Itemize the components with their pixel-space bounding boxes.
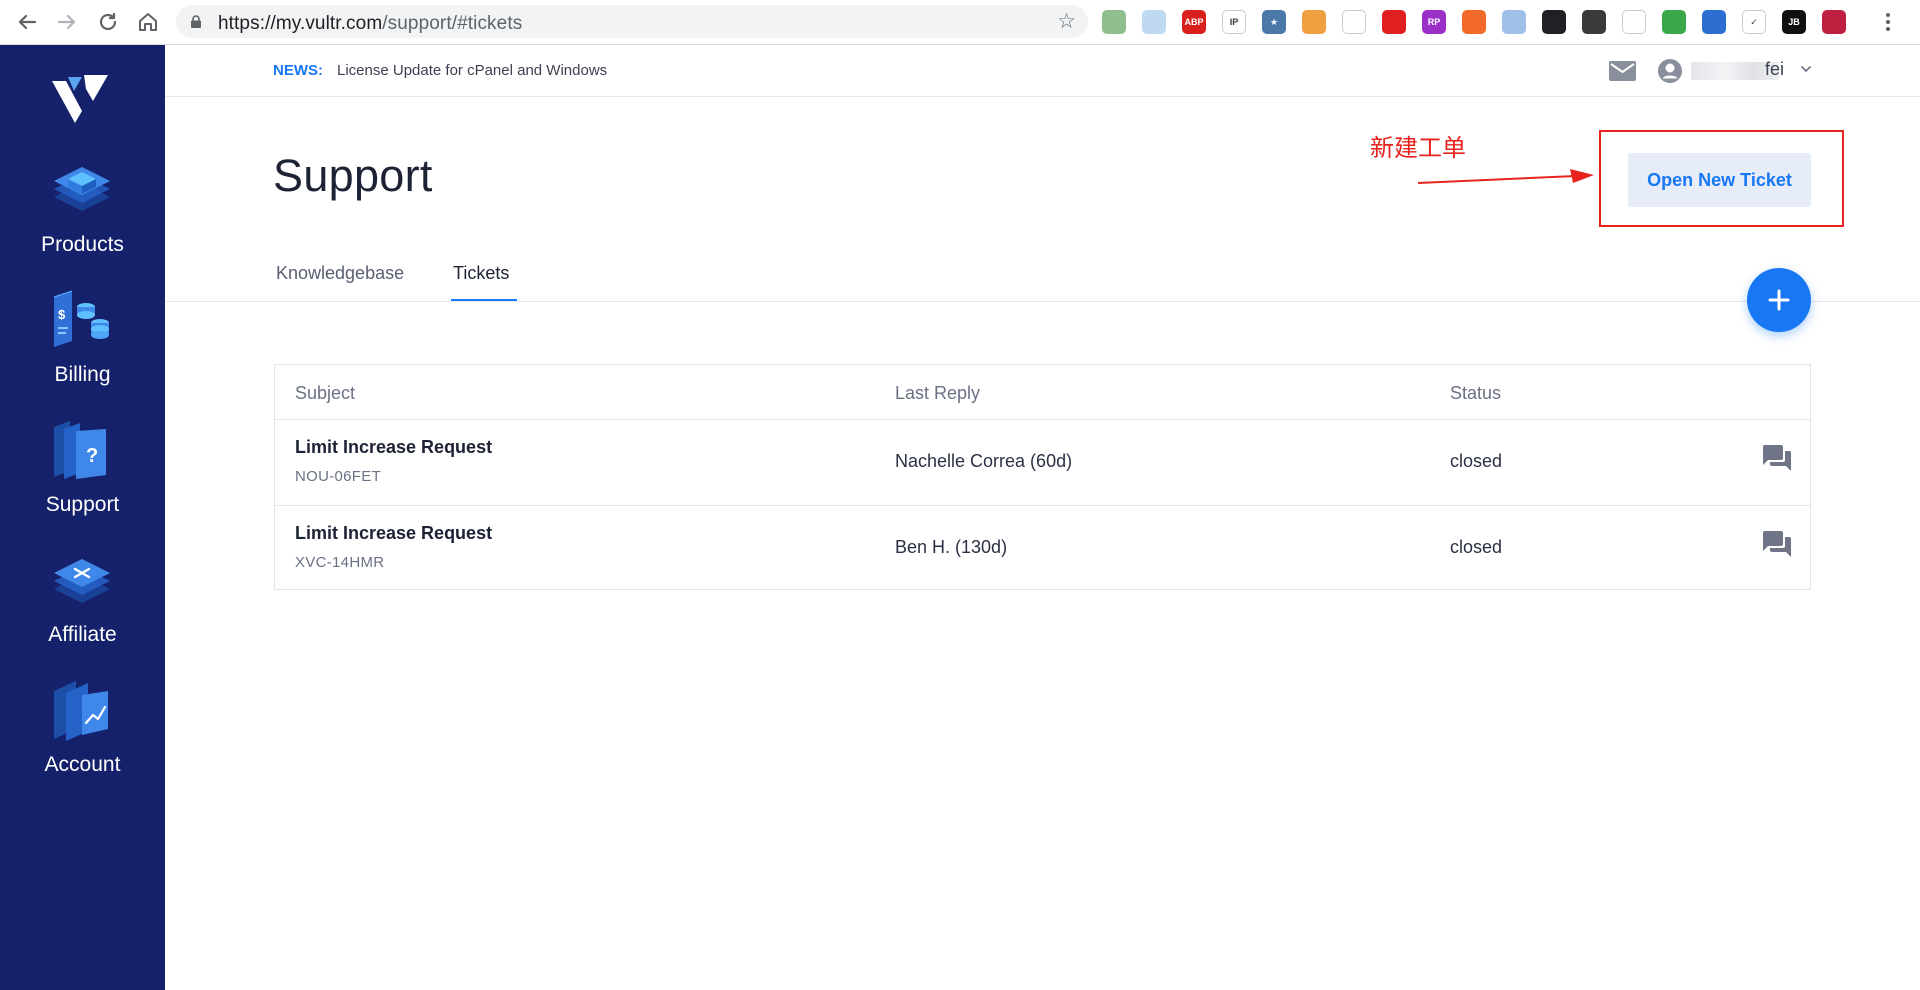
home-icon[interactable]: [135, 9, 161, 35]
ticket-status: closed: [1450, 537, 1503, 557]
table-header: Subject Last Reply Status: [275, 365, 1810, 420]
annotation-label: 新建工单: [1370, 134, 1466, 162]
ticket-last-reply: Nachelle Correa (60d): [895, 451, 1073, 471]
top-bar: NEWS: License Update for cPanel and Wind…: [165, 45, 1920, 97]
blue-swirl-extension-icon[interactable]: [1502, 10, 1526, 34]
vultr-logo[interactable]: [52, 73, 108, 123]
chat-icon[interactable]: [1763, 531, 1791, 557]
address-bar[interactable]: https://my.vultr.com/support/#tickets ☆: [176, 5, 1088, 38]
billing-icon: $: [53, 290, 109, 347]
fox-extension-icon[interactable]: [1302, 10, 1326, 34]
user-name[interactable]: fei: [1765, 59, 1784, 80]
ticket-subject[interactable]: Limit Increase Request: [295, 437, 492, 458]
mail-icon[interactable]: [1609, 61, 1636, 81]
back-arrow-icon[interactable]: [14, 9, 40, 35]
red-circle-extension-icon[interactable]: [1382, 10, 1406, 34]
adblock-extension-icon[interactable]: ABP: [1182, 10, 1206, 34]
rp-extension-icon[interactable]: RP: [1422, 10, 1446, 34]
url-text: https://my.vultr.com/support/#tickets: [218, 13, 522, 35]
sidebar-item-affiliate[interactable]: Affiliate: [0, 547, 165, 667]
ticket-status: closed: [1450, 451, 1503, 471]
dark-x-extension-icon[interactable]: [1542, 10, 1566, 34]
account-icon: [54, 681, 108, 741]
url-path: /support/#tickets: [382, 13, 523, 34]
svg-text:$: $: [58, 307, 66, 322]
add-ticket-button[interactable]: [1747, 268, 1811, 332]
annotation-arrow-icon: [1418, 169, 1594, 184]
weibo-extension-icon[interactable]: [1462, 10, 1486, 34]
tab-knowledgebase[interactable]: Knowledgebase: [276, 263, 404, 284]
browser-toolbar: https://my.vultr.com/support/#tickets ☆ …: [0, 0, 1920, 45]
aperture-extension-icon[interactable]: [1582, 10, 1606, 34]
tickets-table: Subject Last Reply Status Limit Increase…: [274, 364, 1811, 590]
column-header-subject: Subject: [295, 383, 356, 403]
ticket-id: NOU-06FET: [295, 468, 382, 485]
layers-icon: [54, 167, 110, 211]
sidebar-item-label: Account: [44, 753, 121, 776]
active-tab-indicator: [451, 299, 517, 301]
sidebar-item-account[interactable]: Account: [0, 677, 165, 797]
sidebar-item-label: Billing: [54, 363, 111, 386]
lock-icon: [191, 15, 201, 28]
jb-extension-icon[interactable]: JB: [1782, 10, 1806, 34]
sidebar-item-billing[interactable]: $ Billing: [0, 287, 165, 407]
ticket-id: XVC-14HMR: [295, 554, 385, 571]
check-extension-icon[interactable]: ✓: [1742, 10, 1766, 34]
sidebar-item-products[interactable]: Products: [0, 157, 165, 277]
parachute-extension-icon[interactable]: [1342, 10, 1366, 34]
leaf-extension-icon[interactable]: [1662, 10, 1686, 34]
sidebar-item-label: Products: [41, 233, 124, 256]
browser-menu-icon[interactable]: [1886, 10, 1892, 34]
table-row[interactable]: Limit Increase Request NOU-06FET Nachell…: [275, 420, 1810, 505]
globe-extension-icon[interactable]: [1702, 10, 1726, 34]
table-row[interactable]: Limit Increase Request XVC-14HMR Ben H. …: [275, 505, 1810, 590]
tab-tickets[interactable]: Tickets: [453, 263, 509, 284]
reload-icon[interactable]: [95, 9, 121, 35]
url-host: https://my.vultr.com: [218, 13, 383, 34]
cloud-extension-icon[interactable]: [1142, 10, 1166, 34]
ip-extension-icon[interactable]: IP: [1222, 10, 1246, 34]
sidebar: Products $ Billing ? Support Affiliate A…: [0, 45, 165, 990]
extension-bar: ABP IP ★ RP ✓ JB: [1102, 10, 1846, 34]
sidebar-item-support[interactable]: ? Support: [0, 417, 165, 537]
sidebar-item-label: Affiliate: [48, 623, 117, 646]
tab-bar: Knowledgebase Tickets: [165, 255, 1920, 302]
cat-extension-icon[interactable]: [1622, 10, 1646, 34]
chevron-down-icon[interactable]: [1800, 65, 1812, 73]
bookmark-star-icon[interactable]: ☆: [1057, 9, 1076, 34]
ticket-subject[interactable]: Limit Increase Request: [295, 523, 492, 544]
profile-extension-icon[interactable]: [1822, 10, 1846, 34]
support-icon: ?: [54, 421, 106, 479]
forward-arrow-icon[interactable]: [54, 9, 80, 35]
news-link[interactable]: License Update for cPanel and Windows: [337, 62, 607, 79]
chat-icon[interactable]: [1763, 445, 1791, 471]
affiliate-icon: [54, 559, 110, 603]
star-box-extension-icon[interactable]: ★: [1262, 10, 1286, 34]
column-header-status: Status: [1450, 383, 1502, 403]
open-new-ticket-button[interactable]: Open New Ticket: [1628, 153, 1811, 207]
column-header-last-reply: Last Reply: [895, 383, 981, 403]
page-title: Support: [273, 150, 433, 201]
sidebar-item-label: Support: [45, 493, 120, 516]
news-label: NEWS:: [273, 62, 323, 79]
green-dot-extension-icon[interactable]: [1102, 10, 1126, 34]
plus-icon: [1768, 289, 1790, 311]
user-avatar-icon[interactable]: [1657, 58, 1683, 84]
ticket-last-reply: Ben H. (130d): [895, 537, 1008, 557]
svg-text:?: ?: [86, 445, 98, 467]
